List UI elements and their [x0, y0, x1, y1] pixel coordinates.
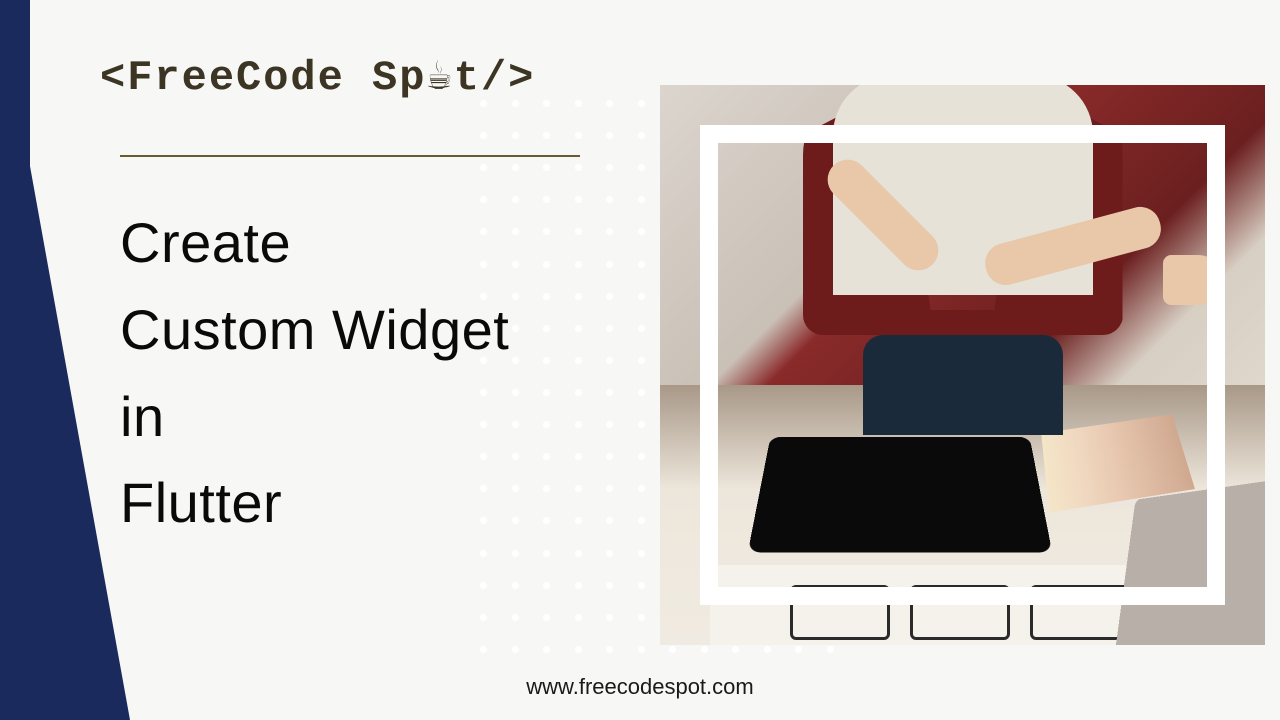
hand-right — [1163, 255, 1223, 305]
logo-text-close: t/> — [454, 54, 536, 102]
logo-text-open: <FreeCode Sp — [100, 54, 426, 102]
coffee-mug-icon: ☕ — [426, 50, 453, 102]
title-line-4: Flutter — [120, 460, 509, 547]
hero-photo — [660, 85, 1265, 645]
wireframe-rect — [790, 585, 890, 640]
divider-line — [120, 155, 580, 157]
navy-accent-bar — [0, 0, 30, 720]
title-line-3: in — [120, 374, 509, 461]
footer-url: www.freecodespot.com — [526, 674, 753, 700]
laptop — [1115, 473, 1265, 645]
title-line-2: Custom Widget — [120, 287, 509, 374]
site-logo: <FreeCode Sp☕t/> — [100, 50, 535, 102]
drawing-tablet — [748, 437, 1052, 553]
wireframe-rect — [1030, 585, 1130, 640]
person — [783, 85, 1143, 435]
jeans — [863, 335, 1063, 435]
page-title: Create Custom Widget in Flutter — [120, 200, 509, 547]
wireframe-rect — [910, 585, 1010, 640]
title-line-1: Create — [120, 200, 509, 287]
